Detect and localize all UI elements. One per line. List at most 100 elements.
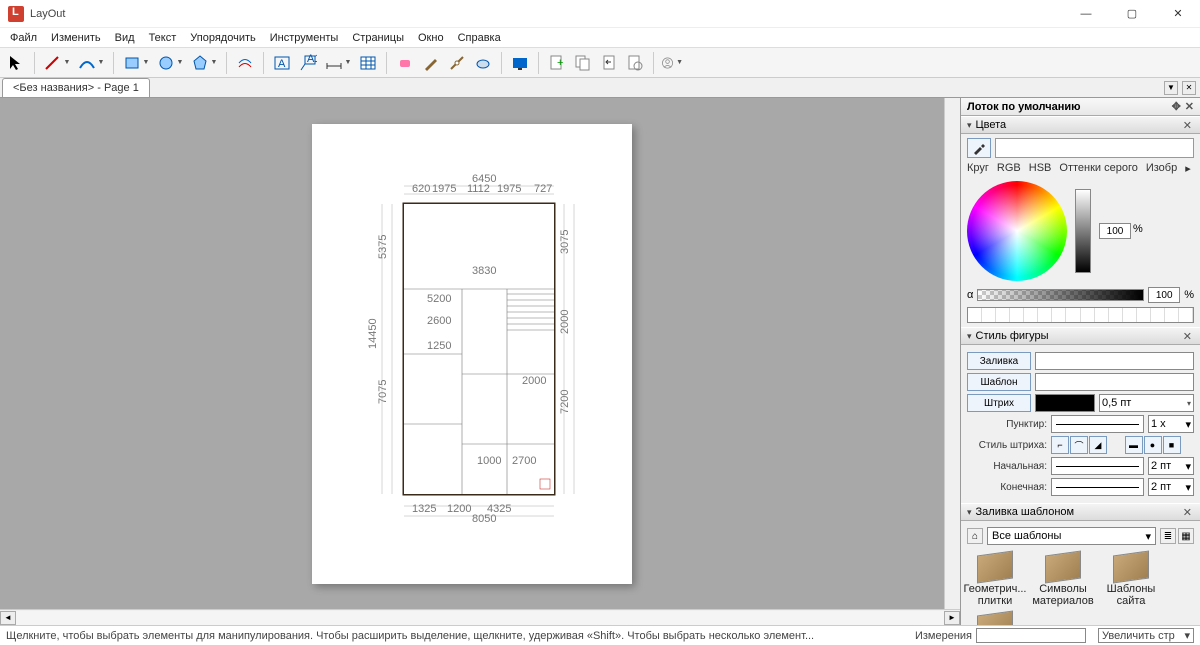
menu-tools[interactable]: Инструменты [264,30,345,46]
start-arrow-size-select[interactable]: 2 пт▾ [1148,457,1194,475]
tray-pin-icon[interactable]: ✥ [1172,100,1181,113]
close-button[interactable]: ✕ [1164,4,1192,24]
scroll-left-button[interactable]: ◄ [0,611,16,625]
dash-scale-select[interactable]: 1 x▾ [1148,415,1194,433]
alpha-input[interactable] [1148,287,1180,303]
scroll-right-button[interactable]: ► [944,611,960,625]
svg-text:7200: 7200 [559,389,571,413]
pattern-home-button[interactable]: ⌂ [967,528,983,544]
split-tool[interactable] [445,51,469,75]
vertical-scrollbar[interactable] [944,98,960,609]
zoom-select[interactable]: Увеличить стр▾ [1098,628,1194,643]
cap-square-button[interactable]: ■ [1163,436,1181,454]
tab-scroll-right-icon[interactable]: ▸ [1185,162,1191,175]
shape-style-panel-close-icon[interactable]: ✕ [1181,330,1194,343]
pattern-fill-panel: ⌂ Все шаблоны▾ ≣ ▦ Геометрич...плитки Си… [961,521,1200,625]
folder-icon [977,611,1013,625]
page-tab[interactable]: <Без названия> - Page 1 [2,78,150,97]
horizontal-scrollbar[interactable]: ◄ ► [0,609,960,625]
default-tray: Лоток по умолчанию ✥ ✕ ▾ Цвета ✕ Круг RG… [960,98,1200,625]
pattern-folder[interactable]: Шаблонысайта [1103,553,1159,607]
tab-rgb[interactable]: RGB [997,162,1021,175]
arc-tool[interactable]: ▼ [75,51,107,75]
stroke-toggle-button[interactable]: Штрих [967,394,1031,412]
dash-style-select[interactable] [1051,415,1144,433]
menu-text[interactable]: Текст [143,30,183,46]
add-page-button[interactable]: + [545,51,569,75]
select-tool[interactable] [4,51,28,75]
circle-tool[interactable]: ▼ [154,51,186,75]
color-swatch-strip[interactable] [967,307,1194,323]
fill-toggle-button[interactable]: Заливка [967,352,1031,370]
brightness-input[interactable] [1099,223,1131,239]
menu-file[interactable]: Файл [4,30,43,46]
pattern-fill-panel-header[interactable]: ▾ Заливка шаблоном ✕ [961,503,1200,521]
pattern-folder[interactable]: Тональныешаблоны [967,613,1023,625]
menu-window[interactable]: Окно [412,30,450,46]
cap-flat-button[interactable]: ▬ [1125,436,1143,454]
tab-image[interactable]: Изобр [1146,162,1177,175]
minimize-button[interactable]: — [1072,4,1100,24]
color-wheel[interactable] [967,181,1067,281]
svg-text:14450: 14450 [367,318,379,349]
fill-color-swatch[interactable] [1035,352,1194,370]
tray-title-bar[interactable]: Лоток по умолчанию ✥ ✕ [961,98,1200,116]
tray-close-icon[interactable]: ✕ [1185,100,1194,113]
start-arrow-select[interactable] [1051,457,1144,475]
tab-dropdown-button[interactable]: ▼ [1164,81,1178,95]
menu-pages[interactable]: Страницы [346,30,410,46]
join-tool[interactable] [471,51,495,75]
line-tool[interactable]: ▼ [41,51,73,75]
end-arrow-select[interactable] [1051,478,1144,496]
label-tool[interactable]: A1 [296,51,320,75]
rectangle-tool[interactable]: ▼ [120,51,152,75]
brightness-slider[interactable] [1075,189,1091,273]
polygon-tool[interactable]: ▼ [188,51,220,75]
corner-bevel-button[interactable]: ◢ [1089,436,1107,454]
presentation-tool[interactable] [508,51,532,75]
tab-hsb[interactable]: HSB [1029,162,1052,175]
end-arrow-size-select[interactable]: 2 пт▾ [1148,478,1194,496]
tab-grayscale[interactable]: Оттенки серого [1059,162,1137,175]
previous-page-button[interactable] [597,51,621,75]
duplicate-page-button[interactable] [571,51,595,75]
tab-wheel[interactable]: Круг [967,162,989,175]
dimension-tool[interactable]: ▼ [322,51,354,75]
tab-close-button[interactable]: ✕ [1182,81,1196,95]
colors-panel-close-icon[interactable]: ✕ [1181,119,1194,132]
view-list-button[interactable]: ≣ [1160,528,1176,544]
text-tool[interactable]: A [270,51,294,75]
offset-tool[interactable] [233,51,257,75]
pattern-toggle-button[interactable]: Шаблон [967,373,1031,391]
drawing-canvas[interactable]: 6450 620197511121975727 14450 5375 7075 … [0,98,944,609]
corner-round-button[interactable]: ⌒ [1070,436,1088,454]
shape-style-panel-header[interactable]: ▾ Стиль фигуры ✕ [961,327,1200,345]
alpha-slider[interactable] [977,289,1144,301]
stroke-color-swatch[interactable] [1035,394,1095,412]
eraser-tool[interactable] [393,51,417,75]
account-button[interactable]: ▼ [660,51,684,75]
menu-view[interactable]: Вид [109,30,141,46]
measurements-input[interactable] [976,628,1086,643]
pattern-library-select[interactable]: Все шаблоны▾ [987,527,1156,545]
colors-panel-header[interactable]: ▾ Цвета ✕ [961,116,1200,134]
menu-help[interactable]: Справка [452,30,507,46]
pattern-swatch[interactable] [1035,373,1194,391]
eyedropper-button[interactable] [967,138,991,158]
table-tool[interactable] [356,51,380,75]
menu-arrange[interactable]: Упорядочить [184,30,261,46]
pattern-folder[interactable]: Геометрич...плитки [967,553,1023,607]
corner-miter-button[interactable]: ⌐ [1051,436,1069,454]
menu-edit[interactable]: Изменить [45,30,107,46]
style-tool[interactable] [419,51,443,75]
maximize-button[interactable]: ▢ [1118,4,1146,24]
colors-panel-title: Цвета [976,119,1007,131]
pattern-folder[interactable]: Символыматериалов [1035,553,1091,607]
pattern-fill-panel-close-icon[interactable]: ✕ [1181,506,1194,519]
current-color-swatch[interactable] [995,138,1194,158]
view-grid-button[interactable]: ▦ [1178,528,1194,544]
stroke-width-select[interactable]: 0,5 пт▾ [1099,394,1194,412]
next-page-button[interactable] [623,51,647,75]
cap-round-button[interactable]: ● [1144,436,1162,454]
page[interactable]: 6450 620197511121975727 14450 5375 7075 … [312,124,632,584]
